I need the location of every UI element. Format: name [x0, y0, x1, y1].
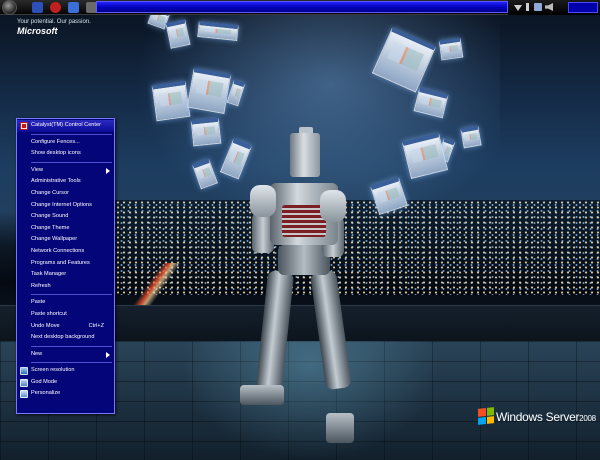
start-button[interactable]	[2, 0, 17, 15]
menu-separator	[31, 345, 112, 347]
menu-item-catalyst-tm-control-center[interactable]: Catalyst(TM) Control Center	[17, 120, 114, 132]
floating-window	[186, 68, 232, 114]
menu-item-label: Personalize	[31, 390, 61, 397]
menu-item-change-wallpaper[interactable]: Change Wallpaper	[17, 234, 114, 246]
robot-right-shoulder	[320, 190, 346, 222]
arrow-icon[interactable]	[514, 5, 522, 11]
menu-item-label: Paste	[31, 299, 46, 306]
menu-item-label: Undo Move	[31, 322, 60, 329]
menu-item-label: Change Internet Options	[31, 201, 92, 208]
robot-right-foot	[326, 413, 354, 443]
menu-item-screen-resolution[interactable]: Screen resolution	[17, 365, 114, 377]
menu-item-label: Paste shortcut	[31, 310, 67, 317]
menu-item-label: Show desktop icons	[31, 150, 81, 157]
menu-item-label: Refresh	[31, 282, 51, 289]
desktop-context-menu: Catalyst(TM) Control Center Configure Fen…	[16, 118, 115, 414]
menu-separator	[31, 133, 112, 135]
menu-item-label: Programs and Features	[31, 259, 90, 266]
flag-pane	[478, 408, 486, 417]
menu-item-network-connections[interactable]: Network Connections	[17, 246, 114, 258]
menu-item-show-desktop-icons[interactable]: Show desktop icons	[17, 148, 114, 160]
menu-item-new[interactable]: New	[17, 349, 114, 361]
city-lights	[115, 200, 600, 295]
godmode-icon	[20, 378, 28, 387]
menu-item-label: Change Cursor	[31, 189, 69, 196]
system-tray	[508, 0, 600, 15]
windows-flag-icon	[478, 407, 494, 425]
menu-item-label: Catalyst(TM) Control Center	[31, 122, 101, 128]
menu-item-personalize[interactable]: Personalize	[17, 388, 114, 400]
menu-item-next-desktop-background[interactable]: Next desktop background	[17, 332, 114, 344]
menu-item-change-theme[interactable]: Change Theme	[17, 223, 114, 235]
floating-window	[190, 117, 222, 147]
menu-item-label: Next desktop background	[31, 334, 95, 341]
menu-item-label: Administrative Tools	[31, 178, 81, 185]
submenu-arrow-icon	[106, 351, 110, 358]
floating-window	[438, 37, 464, 61]
volume-icon[interactable]	[545, 3, 553, 11]
menu-separator	[31, 161, 112, 163]
menu-separator	[31, 294, 112, 296]
highway-lights	[125, 263, 185, 311]
robot-head	[290, 133, 320, 177]
menu-item-change-internet-options[interactable]: Change Internet Options	[17, 200, 114, 212]
windows-server-logo: Windows Server2008	[478, 407, 598, 430]
clock[interactable]	[568, 2, 598, 13]
menu-item-label: Change Sound	[31, 213, 69, 220]
floor-reflection	[180, 341, 440, 460]
menu-item-label: God Mode	[31, 378, 58, 385]
menu-item-paste[interactable]: Paste	[17, 297, 114, 309]
microsoft-logo: Microsoft	[17, 26, 58, 36]
show-desktop-icon[interactable]	[32, 2, 43, 13]
catalyst-icon	[20, 122, 28, 130]
flag-pane	[478, 416, 486, 425]
windows-server-wordmark: Windows Server2008	[496, 410, 596, 424]
media-icon[interactable]	[50, 2, 61, 13]
menu-item-change-cursor[interactable]: Change Cursor	[17, 188, 114, 200]
floating-window	[151, 80, 191, 122]
menu-item-undo-move[interactable]: Undo Move Ctrl+Z	[17, 321, 114, 333]
menu-item-refresh[interactable]: Refresh	[17, 281, 114, 293]
flag-icon[interactable]	[526, 3, 529, 11]
menu-item-label: Change Theme	[31, 224, 70, 231]
menu-item-label: Screen resolution	[31, 367, 75, 374]
menu-item-configure-fences[interactable]: Configure Fences...	[17, 137, 114, 149]
menu-item-view[interactable]: View	[17, 165, 114, 177]
taskbar-band[interactable]	[96, 1, 508, 13]
menu-item-god-mode[interactable]: God Mode	[17, 377, 114, 389]
brand-tagline: Your potential. Our passion.	[17, 19, 91, 25]
monitor-icon	[20, 367, 28, 376]
product-year: 2008	[579, 414, 596, 423]
robot-left-foot	[240, 385, 284, 405]
floating-window	[460, 125, 482, 149]
menu-item-label: Network Connections	[31, 247, 85, 254]
menu-separator	[31, 362, 112, 364]
flag-pane	[486, 415, 494, 424]
menu-item-programs-and-features[interactable]: Programs and Features	[17, 258, 114, 270]
menu-item-label: New	[31, 350, 43, 357]
menu-item-label: Configure Fences...	[31, 138, 80, 145]
personalize-icon	[20, 390, 28, 399]
menu-item-change-sound[interactable]: Change Sound	[17, 211, 114, 223]
menu-item-paste-shortcut[interactable]: Paste shortcut	[17, 309, 114, 321]
explorer-icon[interactable]	[68, 2, 79, 13]
robot-left-shoulder	[250, 185, 276, 217]
menu-item-administrative-tools[interactable]: Administrative Tools	[17, 176, 114, 188]
flag-pane	[486, 407, 494, 416]
microsoft-branding: Your potential. Our passion. Microsoft	[17, 19, 91, 36]
taskbar	[0, 0, 600, 15]
network-icon[interactable]	[534, 3, 542, 11]
product-name: Windows Server	[496, 410, 580, 424]
menu-item-label: Change Wallpaper	[31, 236, 78, 243]
menu-item-label: View	[31, 166, 44, 173]
menu-item-shortcut: Ctrl+Z	[88, 322, 104, 329]
menu-item-task-manager[interactable]: Task Manager	[17, 269, 114, 281]
submenu-arrow-icon	[106, 167, 110, 174]
menu-item-label: Task Manager	[31, 271, 67, 278]
